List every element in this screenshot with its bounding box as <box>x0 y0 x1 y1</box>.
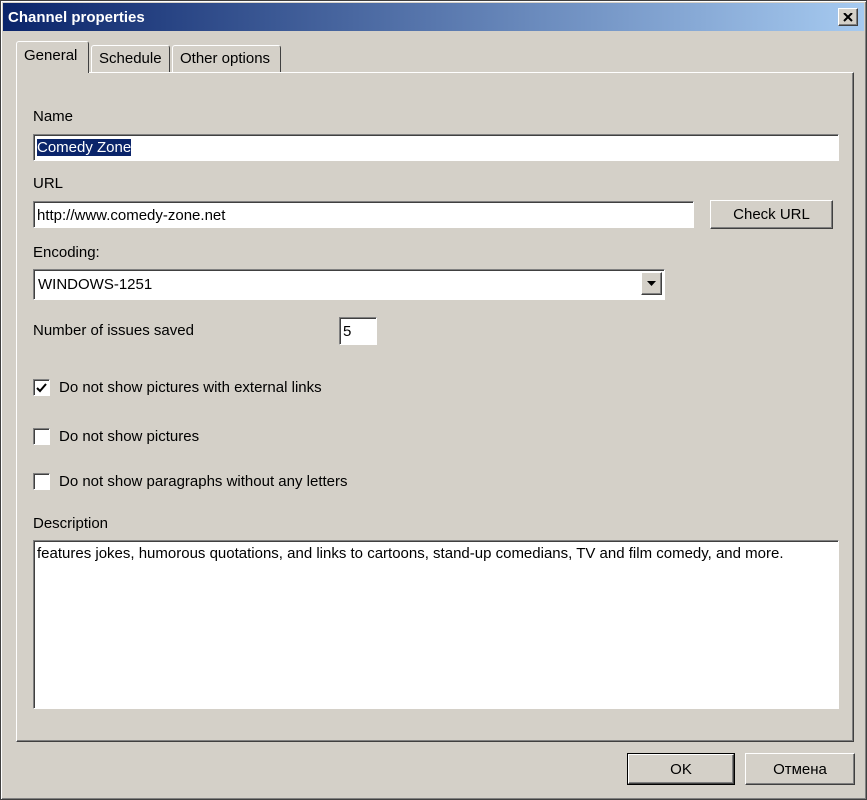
url-field[interactable] <box>33 201 694 228</box>
encoding-label: Encoding: <box>33 244 100 261</box>
no-letters-paragraphs-label: Do not show paragraphs without any lette… <box>59 473 348 490</box>
encoding-dropdown-button[interactable] <box>641 272 662 295</box>
no-pictures-label: Do not show pictures <box>59 428 200 445</box>
description-label: Description <box>33 515 109 532</box>
issues-field[interactable] <box>339 317 377 345</box>
no-letters-paragraphs-checkbox[interactable] <box>33 473 50 490</box>
general-tab-panel: Name Comedy Zone URL Check URL Encoding:… <box>16 72 854 742</box>
tab-general-label: General <box>24 47 78 64</box>
cancel-button[interactable]: Отмена <box>745 753 855 785</box>
name-label: Name <box>33 108 74 125</box>
tab-general[interactable]: General <box>16 41 89 73</box>
name-field[interactable]: Comedy Zone <box>33 134 839 161</box>
window-title: Channel properties <box>8 9 145 26</box>
name-value: Comedy Zone <box>37 139 132 156</box>
external-links-label: Do not show pictures with external links <box>59 379 322 396</box>
tab-schedule[interactable]: Schedule <box>91 45 170 73</box>
name-value-text: Comedy Zone <box>37 139 132 156</box>
close-icon <box>843 12 853 22</box>
ok-label: OK <box>670 760 692 778</box>
title-bar[interactable]: Channel properties <box>3 3 864 31</box>
close-button[interactable] <box>838 8 858 26</box>
url-label: URL <box>33 175 64 192</box>
encoding-value: WINDOWS-1251 <box>38 276 153 293</box>
ok-button[interactable]: OK <box>627 753 735 785</box>
description-field[interactable]: features jokes, humorous quotations, and… <box>33 540 839 709</box>
no-pictures-checkbox[interactable] <box>33 428 50 445</box>
checkmark-icon <box>36 382 47 392</box>
url-input[interactable] <box>34 205 684 225</box>
tab-other-options[interactable]: Other options <box>172 45 281 73</box>
description-textarea[interactable]: features jokes, humorous quotations, and… <box>34 541 834 704</box>
cancel-label: Отмена <box>773 760 827 778</box>
issues-input[interactable] <box>340 321 374 341</box>
check-url-button[interactable]: Check URL <box>710 200 833 229</box>
check-url-label: Check URL <box>733 206 810 223</box>
dropdown-arrow-icon <box>647 281 656 286</box>
external-links-checkbox[interactable] <box>33 379 50 396</box>
tab-other-options-label: Other options <box>180 50 271 67</box>
encoding-select[interactable]: WINDOWS-1251 <box>33 269 665 300</box>
issues-label: Number of issues saved <box>33 322 194 339</box>
channel-properties-dialog: Channel properties General Schedule Othe… <box>0 0 867 800</box>
tab-schedule-label: Schedule <box>99 50 162 67</box>
